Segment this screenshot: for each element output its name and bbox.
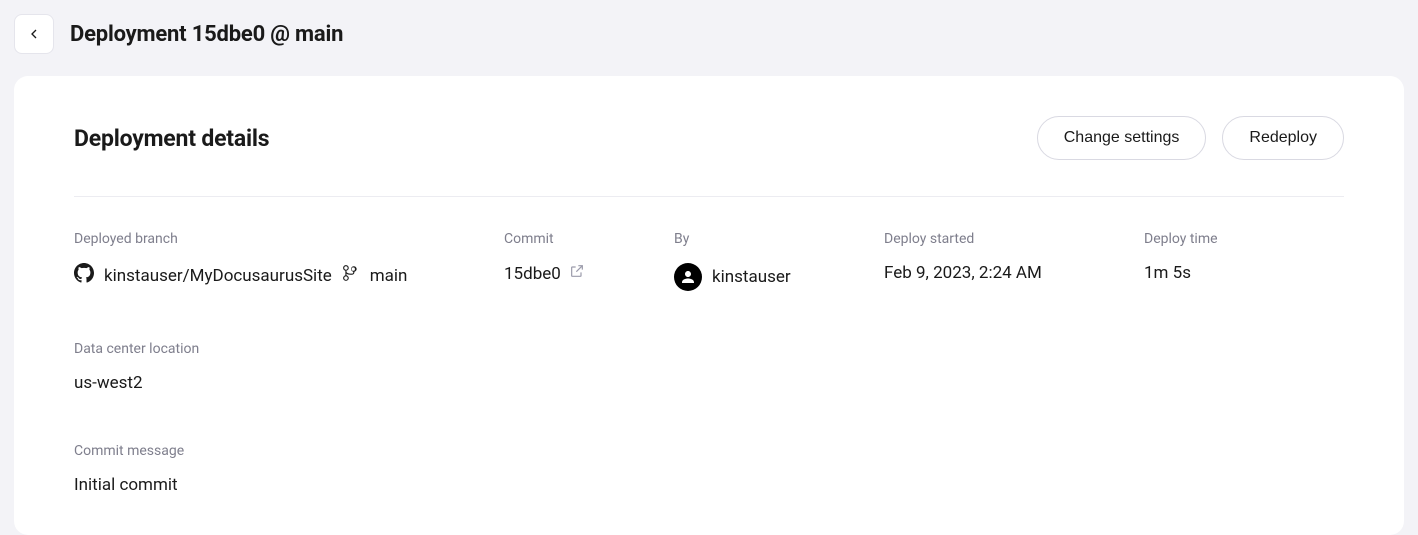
field-label: Deploy time xyxy=(1144,231,1344,247)
arrow-left-icon xyxy=(26,26,42,42)
external-link-icon xyxy=(569,263,585,284)
field-value: kinstauser xyxy=(674,263,884,291)
field-label: Deployed branch xyxy=(74,231,504,247)
field-value: us-west2 xyxy=(74,373,1344,393)
card-actions: Change settings Redeploy xyxy=(1037,116,1344,160)
deployed-branch-field: Deployed branch kinstauser/MyDocusaurusS… xyxy=(74,231,504,291)
field-label: Data center location xyxy=(74,341,1344,357)
user-name: kinstauser xyxy=(712,267,791,287)
card-title: Deployment details xyxy=(74,125,269,152)
commit-field: Commit 15dbe0 xyxy=(504,231,674,291)
commit-message-section: Commit message Initial commit xyxy=(74,393,1344,495)
field-label: Commit message xyxy=(74,443,1344,459)
redeploy-button[interactable]: Redeploy xyxy=(1222,116,1344,160)
page-title: Deployment 15dbe0 @ main xyxy=(70,22,343,47)
commit-link[interactable]: 15dbe0 xyxy=(504,263,585,284)
by-field: By kinstauser xyxy=(674,231,884,291)
field-value: kinstauser/MyDocusaurusSite main xyxy=(74,263,504,288)
field-label: Commit xyxy=(504,231,674,247)
deploy-time-field: Deploy time 1m 5s xyxy=(1144,231,1344,291)
back-button[interactable] xyxy=(14,14,54,54)
deploy-started-field: Deploy started Feb 9, 2023, 2:24 AM xyxy=(884,231,1144,291)
field-value: 1m 5s xyxy=(1144,263,1344,283)
datacenter-section: Data center location us-west2 xyxy=(74,291,1344,393)
details-row-1: Deployed branch kinstauser/MyDocusaurusS… xyxy=(74,197,1344,291)
branch-name: main xyxy=(370,266,408,286)
field-value: Feb 9, 2023, 2:24 AM xyxy=(884,263,1144,283)
repo-name[interactable]: kinstauser/MyDocusaurusSite xyxy=(104,266,332,286)
commit-hash: 15dbe0 xyxy=(504,264,561,284)
change-settings-button[interactable]: Change settings xyxy=(1037,116,1207,160)
user-avatar-icon xyxy=(674,263,702,291)
deployment-card: Deployment details Change settings Redep… xyxy=(14,76,1404,535)
github-icon xyxy=(74,263,94,288)
field-label: Deploy started xyxy=(884,231,1144,247)
card-header: Deployment details Change settings Redep… xyxy=(74,116,1344,197)
page-header: Deployment 15dbe0 @ main xyxy=(0,0,1418,68)
field-value: Initial commit xyxy=(74,475,1344,495)
field-label: By xyxy=(674,231,884,247)
branch-icon xyxy=(342,264,360,287)
